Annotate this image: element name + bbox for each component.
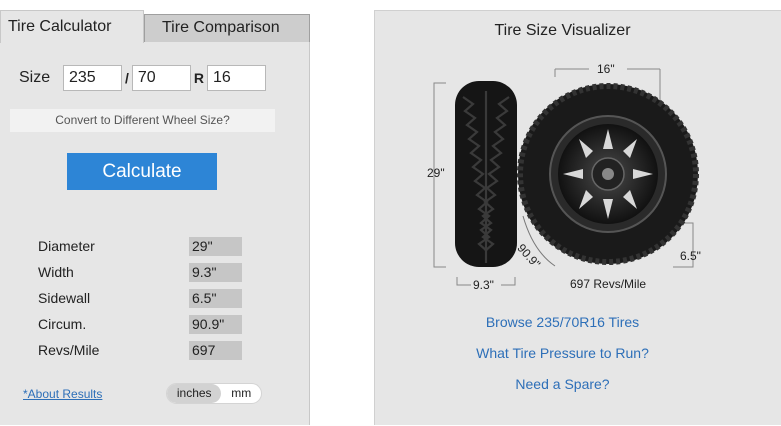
calculator-panel: Tire Calculator Tire Comparison Size / R… — [0, 0, 310, 425]
result-row: Sidewall 6.5" — [38, 285, 242, 311]
rim-label: 16" — [597, 62, 615, 76]
result-label: Revs/Mile — [38, 342, 100, 358]
result-row: Revs/Mile 697 — [38, 337, 242, 363]
result-value: 29" — [189, 236, 242, 256]
size-label: Size — [19, 69, 51, 86]
unit-mm-option[interactable]: mm — [221, 384, 261, 403]
result-row: Circum. 90.9" — [38, 311, 242, 337]
about-results-link[interactable]: *About Results — [23, 387, 102, 401]
revs-per-mile-label: 697 Revs/Mile — [570, 277, 647, 291]
slash-separator: / — [125, 70, 129, 86]
result-value: 6.5" — [189, 288, 242, 308]
aspect-ratio-input[interactable] — [131, 65, 191, 91]
diameter-label: 29" — [427, 166, 445, 180]
sidewall-label: 6.5" — [680, 249, 701, 263]
side-view-tire — [455, 81, 517, 267]
unit-toggle[interactable]: inches mm — [166, 383, 262, 404]
tab-tire-calculator[interactable]: Tire Calculator — [0, 10, 144, 43]
result-value: 9.3" — [189, 262, 242, 282]
calculator-body: Size / R Convert to Different Wheel Size… — [0, 42, 310, 425]
result-value: 697 — [189, 340, 242, 360]
results-list: Diameter 29" Width 9.3" Sidewall 6.5" Ci… — [38, 233, 242, 363]
result-label: Sidewall — [38, 290, 91, 306]
tire-visualizer — [433, 68, 699, 286]
convert-wheel-size-button[interactable]: Convert to Different Wheel Size? — [10, 109, 275, 132]
r-separator: R — [193, 70, 205, 86]
result-label: Width — [38, 264, 74, 280]
width-label: 9.3" — [473, 278, 494, 292]
calculate-button[interactable]: Calculate — [67, 153, 217, 190]
result-value: 90.9" — [189, 314, 242, 334]
result-label: Circum. — [38, 316, 87, 332]
browse-tires-link[interactable]: Browse 235/70R16 Tires — [375, 314, 750, 330]
unit-inches-option[interactable]: inches — [167, 384, 222, 403]
front-view-wheel — [517, 83, 699, 265]
size-row: Size / R — [19, 65, 267, 91]
result-label: Diameter — [38, 238, 95, 254]
visualizer-panel: Tire Size Visualizer 29" 16" 9.3" 6.5" 9… — [374, 10, 781, 425]
rim-diameter-input[interactable] — [207, 65, 267, 91]
need-spare-link[interactable]: Need a Spare? — [375, 376, 750, 392]
result-row: Width 9.3" — [38, 259, 242, 285]
tab-tire-comparison[interactable]: Tire Comparison — [144, 14, 310, 43]
result-row: Diameter 29" — [38, 233, 242, 259]
tire-pressure-link[interactable]: What Tire Pressure to Run? — [375, 345, 750, 361]
tire-width-input[interactable] — [63, 65, 122, 91]
